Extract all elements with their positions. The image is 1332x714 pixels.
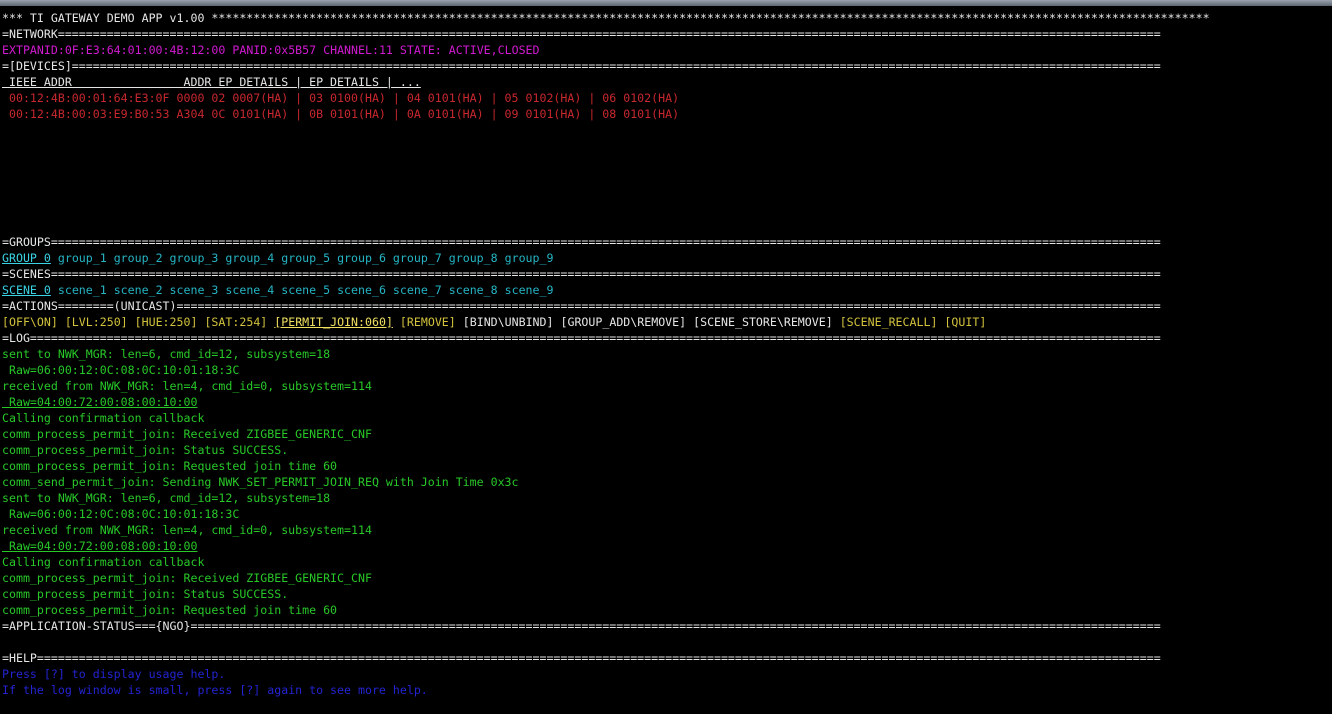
action-permit-join[interactable]: [PERMIT_JOIN:060] (274, 315, 393, 329)
log-window: sent to NWK_MGR: len=6, cmd_id=12, subsy… (2, 346, 1332, 618)
app-status-header: =APPLICATION-STATUS==={NGO}=============… (2, 619, 1161, 633)
devices-header: =[DEVICES]==============================… (2, 59, 1161, 73)
log-line: sent to NWK_MGR: len=6, cmd_id=12, subsy… (2, 491, 331, 505)
group-item[interactable]: group_1 (51, 251, 107, 265)
log-line: received from NWK_MGR: len=4, cmd_id=0, … (2, 523, 372, 537)
group-item[interactable]: group_5 (274, 251, 330, 265)
group-item[interactable]: group_4 (218, 251, 274, 265)
group-selected[interactable]: GROUP 0 (2, 251, 51, 265)
actions-list: [OFF\ON] [LVL:250] [HUE:250] [SAT:254] [… (2, 314, 1332, 330)
scene-item[interactable]: scene_7 (386, 283, 442, 297)
devices-empty-area (2, 122, 1332, 234)
log-line: comm_process_permit_join: Received ZIGBE… (2, 571, 372, 585)
app-title: *** TI GATEWAY DEMO APP v1.00 **********… (2, 11, 1210, 25)
state-label: STATE: (399, 43, 442, 57)
groups-list: GROUP 0 group_1 group_2 group_3 group_4 … (2, 250, 1332, 266)
scenes-header: =SCENES=================================… (2, 267, 1161, 281)
log-line: received from NWK_MGR: len=4, cmd_id=0, … (2, 379, 372, 393)
action-off-on[interactable]: [OFF\ON] (2, 315, 58, 329)
scene-item[interactable]: scene_9 (498, 283, 554, 297)
log-line: comm_process_permit_join: Requested join… (2, 603, 338, 617)
scene-item[interactable]: scene_1 (51, 283, 107, 297)
scene-item[interactable]: scene_4 (218, 283, 274, 297)
log-line: comm_process_permit_join: Received ZIGBE… (2, 427, 372, 441)
window-title-bar (0, 0, 1332, 6)
scenes-list: SCENE 0 scene_1 scene_2 scene_3 scene_4 … (2, 282, 1332, 298)
device-row[interactable]: 00:12:4B:00:01:64:E3:0F 0000 02 0007(HA)… (2, 90, 1332, 106)
actions-header: =ACTIONS========(UNICAST)===============… (2, 299, 1161, 313)
scene-item[interactable]: scene_3 (163, 283, 219, 297)
log-line: Calling confirmation callback (2, 411, 205, 425)
log-line: comm_process_permit_join: Requested join… (2, 459, 338, 473)
help-line: Press [?] to display usage help. (2, 667, 226, 681)
scene-item[interactable]: scene_5 (274, 283, 330, 297)
state-value: ACTIVE,CLOSED (448, 43, 540, 57)
group-item[interactable]: group_3 (163, 251, 219, 265)
action-level[interactable]: [LVL:250] (65, 315, 128, 329)
log-line: Raw=06:00:12:0C:08:0C:10:01:18:3C (2, 363, 240, 377)
log-line: Raw=04:00:72:00:08:00:10:00 (2, 394, 1332, 410)
action-scene-recall[interactable]: [SCENE_RECALL] (840, 315, 938, 329)
app-status-text (2, 634, 1332, 650)
groups-header: =GROUPS=================================… (2, 235, 1161, 249)
action-scene-store-remove[interactable]: [SCENE_STORE\REMOVE] (693, 315, 833, 329)
group-item[interactable]: group_9 (498, 251, 554, 265)
group-item[interactable]: group_7 (386, 251, 442, 265)
devices-columns: IEEE ADDR ADDR EP DETAILS | EP DETAILS |… (2, 75, 421, 89)
log-line: Raw=04:00:72:00:08:00:10:00 (2, 538, 1332, 554)
log-line-text: Raw=04:00:72:00:08:00:10:00 (2, 395, 198, 409)
log-line: sent to NWK_MGR: len=6, cmd_id=12, subsy… (2, 347, 331, 361)
log-line: Calling confirmation callback (2, 555, 205, 569)
action-remove[interactable]: [REMOVE] (400, 315, 456, 329)
scene-item[interactable]: scene_8 (442, 283, 498, 297)
log-line: comm_send_permit_join: Sending NWK_SET_P… (2, 475, 519, 489)
panid: PANID:0x5B57 (232, 43, 317, 57)
extpanid: EXTPANID:0F:E3:64:01:00:4B:12:00 (2, 43, 226, 57)
help-header: =HELP===================================… (2, 651, 1161, 665)
log-header: =LOG====================================… (2, 331, 1161, 345)
scene-selected[interactable]: SCENE 0 (2, 283, 51, 297)
log-line: comm_process_permit_join: Status SUCCESS… (2, 587, 289, 601)
device-row[interactable]: 00:12:4B:00:03:E9:B0:53 A304 0C 0101(HA)… (2, 106, 1332, 122)
action-saturation[interactable]: [SAT:254] (204, 315, 267, 329)
network-header: =NETWORK================================… (2, 27, 1161, 41)
terminal-screen: *** TI GATEWAY DEMO APP v1.00 **********… (2, 10, 1332, 698)
action-group-add-remove[interactable]: [GROUP_ADD\REMOVE] (560, 315, 686, 329)
group-item[interactable]: group_8 (442, 251, 498, 265)
action-hue[interactable]: [HUE:250] (135, 315, 198, 329)
channel: CHANNEL:11 (323, 43, 393, 57)
action-bind-unbind[interactable]: [BIND\UNBIND] (463, 315, 554, 329)
group-item[interactable]: group_2 (107, 251, 163, 265)
log-line: comm_process_permit_join: Status SUCCESS… (2, 443, 289, 457)
group-item[interactable]: group_6 (330, 251, 386, 265)
network-info: EXTPANID:0F:E3:64:01:00:4B:12:00 PANID:0… (2, 42, 1332, 58)
scene-item[interactable]: scene_2 (107, 283, 163, 297)
log-line-text: Raw=04:00:72:00:08:00:10:00 (2, 539, 198, 553)
help-line: If the log window is small, press [?] ag… (2, 683, 428, 697)
scene-item[interactable]: scene_6 (330, 283, 386, 297)
action-quit[interactable]: [QUIT] (944, 315, 986, 329)
log-line: Raw=06:00:12:0C:08:0C:10:01:18:3C (2, 507, 240, 521)
